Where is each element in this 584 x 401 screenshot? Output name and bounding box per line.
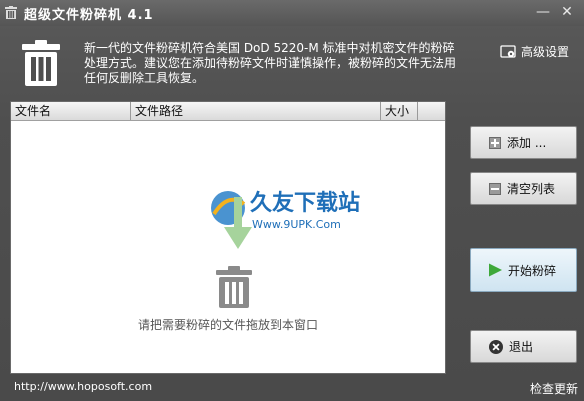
main-window: 超级文件粉碎机 4.1 — ✕ 新一代的文件粉碎机符合美国 DoD 5220-M… [0,0,584,401]
column-header-filename[interactable]: 文件名 [11,102,131,120]
column-header-size[interactable]: 大小 [381,102,418,120]
add-files-label: 添加 ... [507,136,547,150]
title-bar[interactable]: 超级文件粉碎机 4.1 — ✕ [0,0,584,26]
start-shred-label: 开始粉碎 [508,263,557,278]
plus-icon [489,136,501,149]
advanced-settings-label: 高级设置 [521,45,570,59]
close-button[interactable]: ✕ [558,4,576,20]
advanced-settings-link[interactable]: 高级设置 [500,43,569,60]
gear-icon [500,44,516,58]
start-shred-button[interactable]: 开始粉碎 [470,248,577,292]
add-files-button[interactable]: 添加 ... [470,126,577,159]
homepage-link[interactable]: http://www.hoposoft.com [14,380,152,393]
minimize-button[interactable]: — [534,4,552,20]
watermark-brand: 久友下载站 [250,190,360,216]
window-title: 超级文件粉碎机 4.1 [24,8,154,23]
table-header: 文件名 文件路径 大小 [11,102,445,121]
minus-icon [489,182,501,195]
clear-list-button[interactable]: 清空列表 [470,172,577,205]
file-list-table[interactable]: 文件名 文件路径 大小 久友下载站 Www.9UPK.Com 请把需要粉碎的文件… [10,101,446,374]
exit-label: 退出 [509,340,534,354]
column-header-path[interactable]: 文件路径 [131,102,381,120]
clear-list-label: 清空列表 [507,182,556,196]
check-update-link[interactable]: 检查更新 [530,380,578,397]
trash-can-icon [216,266,252,308]
header-description: 新一代的文件粉碎机符合美国 DoD 5220-M 标准中对机密文件的粉碎处理方式… [84,41,457,85]
file-drop-area[interactable]: 久友下载站 Www.9UPK.Com 请把需要粉碎的文件拖放到本窗口 [11,121,445,373]
trash-can-icon [5,6,17,19]
watermark-url: Www.9UPK.Com [252,218,341,231]
exit-button[interactable]: 退出 [470,330,577,363]
down-arrow-icon [224,197,252,249]
play-icon [489,263,502,277]
trash-can-icon [22,40,60,86]
close-circle-icon [489,339,503,354]
drop-hint-text: 请把需要粉碎的文件拖放到本窗口 [137,318,318,332]
